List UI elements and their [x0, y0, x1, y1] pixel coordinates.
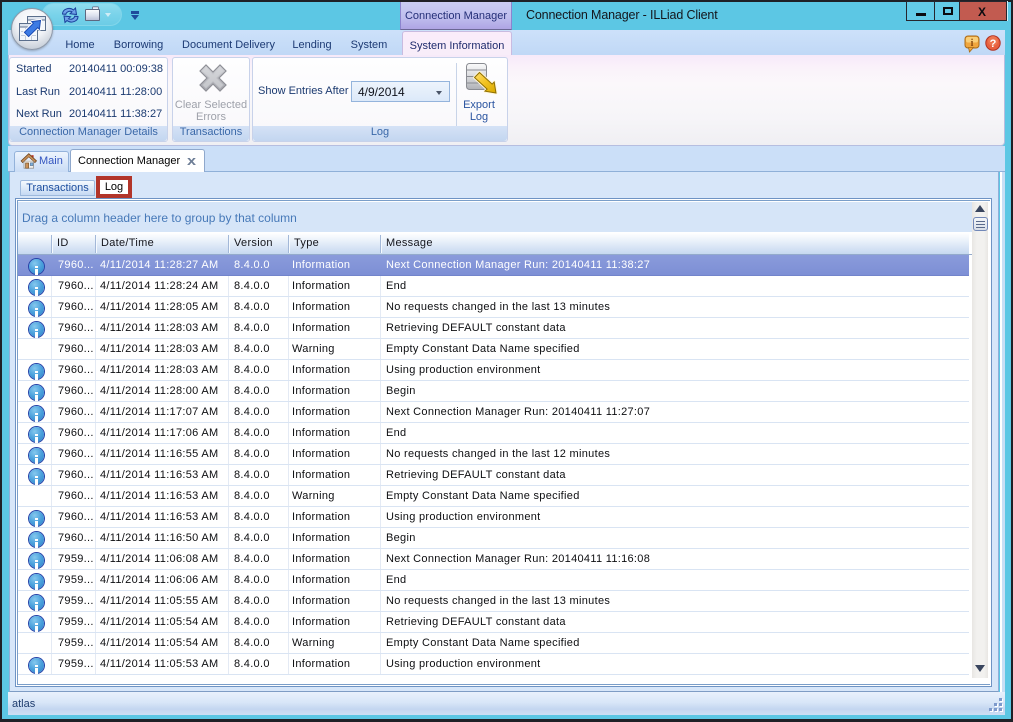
svg-text:i: i — [971, 38, 974, 49]
svg-text:?: ? — [990, 38, 997, 50]
